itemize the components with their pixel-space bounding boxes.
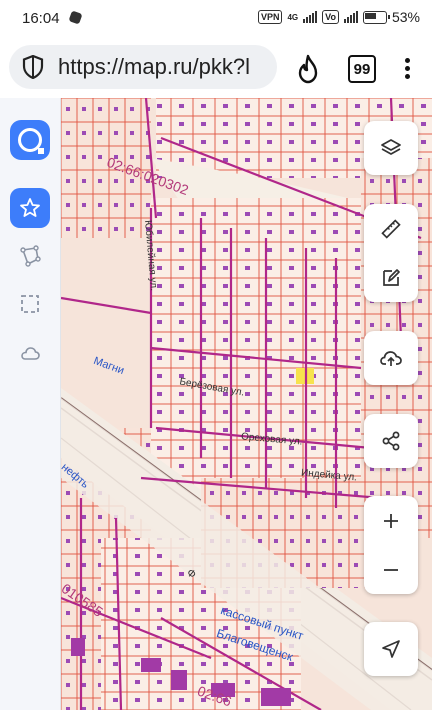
signal-icon-2 bbox=[343, 11, 358, 23]
cloud-upload-icon[interactable] bbox=[365, 334, 417, 382]
status-time: 16:04 bbox=[22, 10, 60, 27]
locate-control[interactable] bbox=[364, 622, 418, 676]
measure-edit-control bbox=[364, 204, 418, 302]
app-logo-icon[interactable] bbox=[10, 120, 50, 160]
overflow-menu-icon[interactable] bbox=[400, 55, 414, 83]
address-bar[interactable]: https://map.ru/pkk?l bbox=[9, 45, 277, 89]
share-control[interactable] bbox=[364, 414, 418, 468]
selection-box-icon[interactable] bbox=[10, 284, 50, 324]
fire-icon[interactable] bbox=[293, 54, 323, 84]
favorites-star-icon[interactable] bbox=[10, 188, 50, 228]
notification-icon bbox=[68, 10, 83, 25]
network-type: 4G bbox=[287, 12, 299, 22]
status-right: VPN 4G Vo 53% bbox=[257, 9, 420, 25]
cloud-icon[interactable] bbox=[10, 334, 50, 374]
map-canvas[interactable]: 02:66:020302 Юбилейная ул. Магни Берёзов… bbox=[61, 98, 432, 710]
volte-icon: Vo bbox=[322, 10, 339, 24]
tabs-count-button[interactable]: 99 bbox=[348, 55, 376, 83]
navigation-arrow-icon[interactable] bbox=[365, 625, 417, 673]
layers-icon[interactable] bbox=[365, 124, 417, 172]
battery-icon bbox=[362, 10, 390, 24]
layers-control[interactable] bbox=[364, 121, 418, 175]
map-sidebar bbox=[0, 98, 61, 710]
zoom-out-icon[interactable] bbox=[365, 546, 417, 594]
polygon-tool-icon[interactable] bbox=[10, 236, 50, 276]
shield-icon[interactable] bbox=[22, 55, 44, 79]
status-bar: 16:04 VPN 4G Vo 53% bbox=[0, 0, 432, 38]
vpn-icon: VPN bbox=[257, 10, 283, 24]
edit-icon[interactable] bbox=[365, 254, 417, 302]
url-text[interactable]: https://map.ru/pkk?l bbox=[58, 54, 250, 80]
zoom-control bbox=[364, 496, 418, 594]
browser-toolbar: https://map.ru/pkk?l 99 bbox=[0, 38, 432, 98]
ruler-icon[interactable] bbox=[365, 205, 417, 253]
share-icon[interactable] bbox=[365, 417, 417, 465]
battery-percent: 53% bbox=[391, 9, 420, 25]
zoom-in-icon[interactable] bbox=[365, 497, 417, 545]
upload-control[interactable] bbox=[364, 331, 418, 385]
signal-icon bbox=[303, 11, 318, 23]
